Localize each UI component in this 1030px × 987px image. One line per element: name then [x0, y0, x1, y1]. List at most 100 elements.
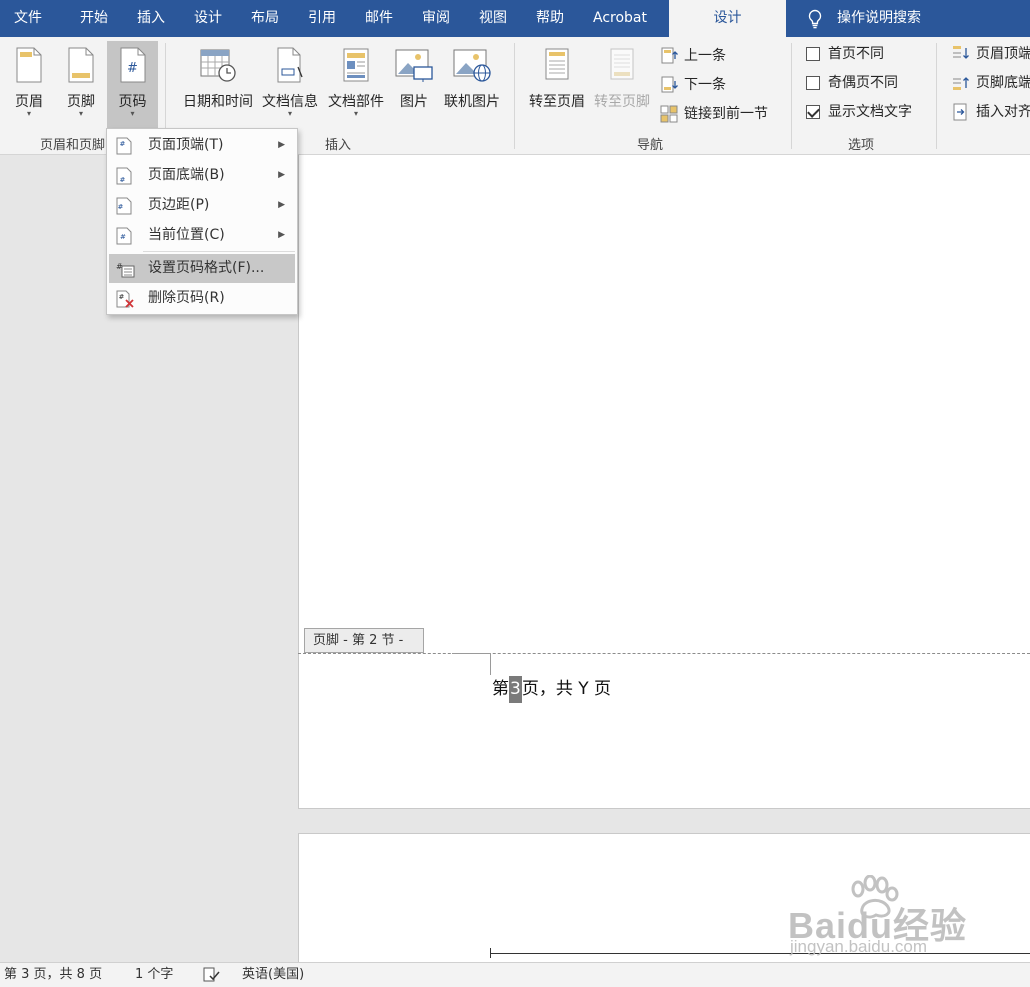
- chevron-down-icon: ▾: [287, 109, 292, 118]
- picture-button[interactable]: 图片: [392, 41, 436, 129]
- checkbox-box[interactable]: [806, 76, 820, 90]
- link-previous-icon: [660, 105, 678, 123]
- status-word-count[interactable]: 1 个字: [135, 963, 173, 987]
- checkbox-box[interactable]: [806, 47, 820, 61]
- page-number-button[interactable]: # 页码 ▾: [107, 41, 158, 129]
- group-label-header-footer: 页眉和页脚: [40, 138, 106, 153]
- online-picture-label: 联机图片: [444, 94, 500, 110]
- footer-text[interactable]: 第3页，共 Y 页: [492, 676, 611, 703]
- header-button[interactable]: 页眉 ▾: [6, 41, 52, 129]
- footer-icon: [68, 47, 94, 83]
- online-picture-button[interactable]: 联机图片: [440, 41, 504, 129]
- document-info-label: 文档信息: [262, 94, 318, 110]
- tab-acrobat[interactable]: Acrobat: [593, 0, 647, 37]
- page-bottom-icon: #: [116, 167, 132, 185]
- chevron-down-icon: ▾: [130, 109, 135, 118]
- alignment-tab-icon: [953, 103, 967, 121]
- format-page-number-icon: #: [116, 262, 135, 278]
- svg-text:#: #: [120, 140, 126, 148]
- page-margin-icon: #: [116, 197, 132, 215]
- menu-item-page-margins[interactable]: # 页边距(P) ▶: [109, 191, 295, 220]
- tab-header-footer-design[interactable]: 设计: [669, 0, 786, 37]
- page-number-label: 页码: [118, 94, 147, 110]
- tab-mailings[interactable]: 邮件: [365, 0, 393, 37]
- calendar-clock-icon: [200, 49, 236, 82]
- date-time-label: 日期和时间: [183, 94, 253, 110]
- goto-footer-button[interactable]: 转至页脚: [590, 41, 654, 129]
- menu-separator: [143, 251, 295, 252]
- tab-design[interactable]: 设计: [194, 0, 222, 37]
- lightbulb-icon: [808, 9, 822, 29]
- group-divider: [514, 43, 515, 149]
- tab-references[interactable]: 引用: [308, 0, 336, 37]
- svg-text:#: #: [127, 61, 138, 76]
- picture-icon: [395, 49, 433, 82]
- submenu-arrow-icon: ▶: [278, 230, 285, 240]
- online-picture-icon: [453, 49, 491, 82]
- menu-item-bottom-of-page[interactable]: # 页面底端(B) ▶: [109, 161, 295, 190]
- group-label-insert: 插入: [325, 138, 352, 153]
- document-info-icon: [277, 47, 303, 83]
- footer-text-prefix: 第: [492, 679, 509, 699]
- quick-parts-icon: [343, 48, 369, 82]
- goto-header-icon: [545, 48, 569, 80]
- goto-footer-label: 转至页脚: [594, 94, 650, 110]
- proofing-icon[interactable]: [202, 967, 220, 983]
- checkbox-box-checked[interactable]: [806, 105, 820, 119]
- group-label-navigation: 导航: [637, 138, 664, 153]
- menu-label: 删除页码(R): [148, 290, 225, 306]
- previous-label: 上一条: [684, 48, 726, 64]
- quick-parts-label: 文档部件: [328, 94, 384, 110]
- tab-review[interactable]: 审阅: [422, 0, 450, 37]
- tab-file[interactable]: 文件: [14, 0, 42, 37]
- menu-label: 设置页码格式(F)...: [148, 260, 265, 276]
- header-label: 页眉: [15, 94, 43, 110]
- status-page-count[interactable]: 第 3 页，共 8 页: [4, 963, 102, 987]
- footer-from-bottom-label: 页脚底端: [976, 75, 1030, 91]
- submenu-arrow-icon: ▶: [278, 140, 285, 150]
- menu-item-remove-page-numbers[interactable]: # 删除页码(R): [109, 284, 295, 313]
- next-label: 下一条: [684, 77, 726, 93]
- tab-home[interactable]: 开始: [80, 0, 108, 37]
- status-language[interactable]: 英语(美国): [242, 963, 304, 987]
- menu-item-format-page-numbers[interactable]: # 设置页码格式(F)...: [109, 254, 295, 283]
- tab-layout[interactable]: 布局: [251, 0, 279, 37]
- tab-help[interactable]: 帮助: [536, 0, 564, 37]
- header-from-top-label: 页眉顶端: [976, 46, 1030, 62]
- group-divider: [936, 43, 937, 149]
- menu-item-current-position[interactable]: # 当前位置(C) ▶: [109, 221, 295, 250]
- first-page-different-label: 首页不同: [828, 46, 884, 62]
- svg-text:#: #: [120, 233, 126, 241]
- chevron-down-icon: ▾: [78, 109, 83, 118]
- page-top-icon: #: [116, 137, 132, 155]
- menu-item-top-of-page[interactable]: # 页面顶端(T) ▶: [109, 131, 295, 160]
- group-label-options: 选项: [848, 138, 875, 153]
- document-info-button[interactable]: 文档信息 ▾: [258, 41, 322, 129]
- footer-boundary-line: [298, 653, 1030, 654]
- tab-view[interactable]: 视图: [479, 0, 507, 37]
- submenu-arrow-icon: ▶: [278, 200, 285, 210]
- watermark-url: jingyan.baidu.com: [790, 937, 928, 956]
- remove-page-number-icon: #: [116, 290, 134, 308]
- footer-text-suffix: 页，共 Y 页: [521, 679, 612, 699]
- page-number-field[interactable]: 3: [509, 676, 522, 703]
- svg-text:#: #: [119, 293, 125, 301]
- goto-header-label: 转至页眉: [529, 94, 585, 110]
- current-position-icon: #: [116, 227, 132, 245]
- chevron-down-icon: ▾: [353, 109, 358, 118]
- baidu-watermark: Baidu经验 jingyan.baidu.com: [788, 875, 988, 965]
- previous-section-icon: [661, 47, 678, 64]
- tell-me-label: 操作说明搜索: [837, 10, 921, 26]
- footer-position-icon: [953, 77, 969, 90]
- tab-insert[interactable]: 插入: [137, 0, 165, 37]
- date-time-button[interactable]: 日期和时间: [178, 41, 258, 129]
- quick-parts-button[interactable]: 文档部件 ▾: [324, 41, 388, 129]
- footer-button[interactable]: 页脚 ▾: [58, 41, 104, 129]
- group-divider: [791, 43, 792, 149]
- margin-corner-mark: [490, 653, 491, 675]
- header-icon: [16, 47, 42, 83]
- goto-header-button[interactable]: 转至页眉: [524, 41, 590, 129]
- footer-section-tag: 页脚 - 第 2 节 -: [304, 628, 424, 653]
- document-page[interactable]: [298, 155, 1030, 809]
- menu-label: 当前位置(C): [148, 227, 225, 243]
